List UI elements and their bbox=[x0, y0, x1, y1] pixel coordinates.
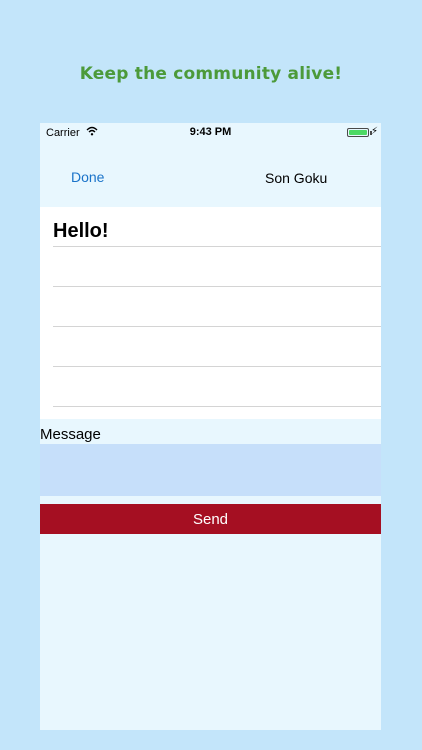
send-button[interactable]: Send bbox=[40, 504, 381, 534]
row-divider bbox=[53, 406, 381, 407]
row-divider bbox=[53, 326, 381, 327]
row-divider bbox=[53, 286, 381, 287]
message-greeting: Hello! bbox=[53, 220, 109, 242]
row-divider bbox=[53, 246, 381, 247]
status-bar: Carrier 9:43 PM ⚡︎ bbox=[40, 123, 381, 143]
message-input[interactable] bbox=[40, 444, 381, 496]
battery-level bbox=[349, 130, 367, 135]
nav-title: Son Goku bbox=[265, 170, 328, 186]
row-divider bbox=[53, 366, 381, 367]
nav-bar: Done Son Goku bbox=[40, 143, 381, 207]
promo-headline: Keep the community alive! bbox=[79, 64, 343, 84]
battery-icon bbox=[347, 128, 369, 137]
done-button[interactable]: Done bbox=[71, 169, 104, 185]
bolt-icon: ⚡︎ bbox=[370, 126, 378, 137]
phone-screen: Carrier 9:43 PM ⚡︎ Done Son Goku Hello! … bbox=[40, 123, 381, 730]
clock: 9:43 PM bbox=[189, 126, 232, 138]
message-label: Message bbox=[40, 426, 101, 443]
message-list: Hello! bbox=[40, 207, 381, 419]
